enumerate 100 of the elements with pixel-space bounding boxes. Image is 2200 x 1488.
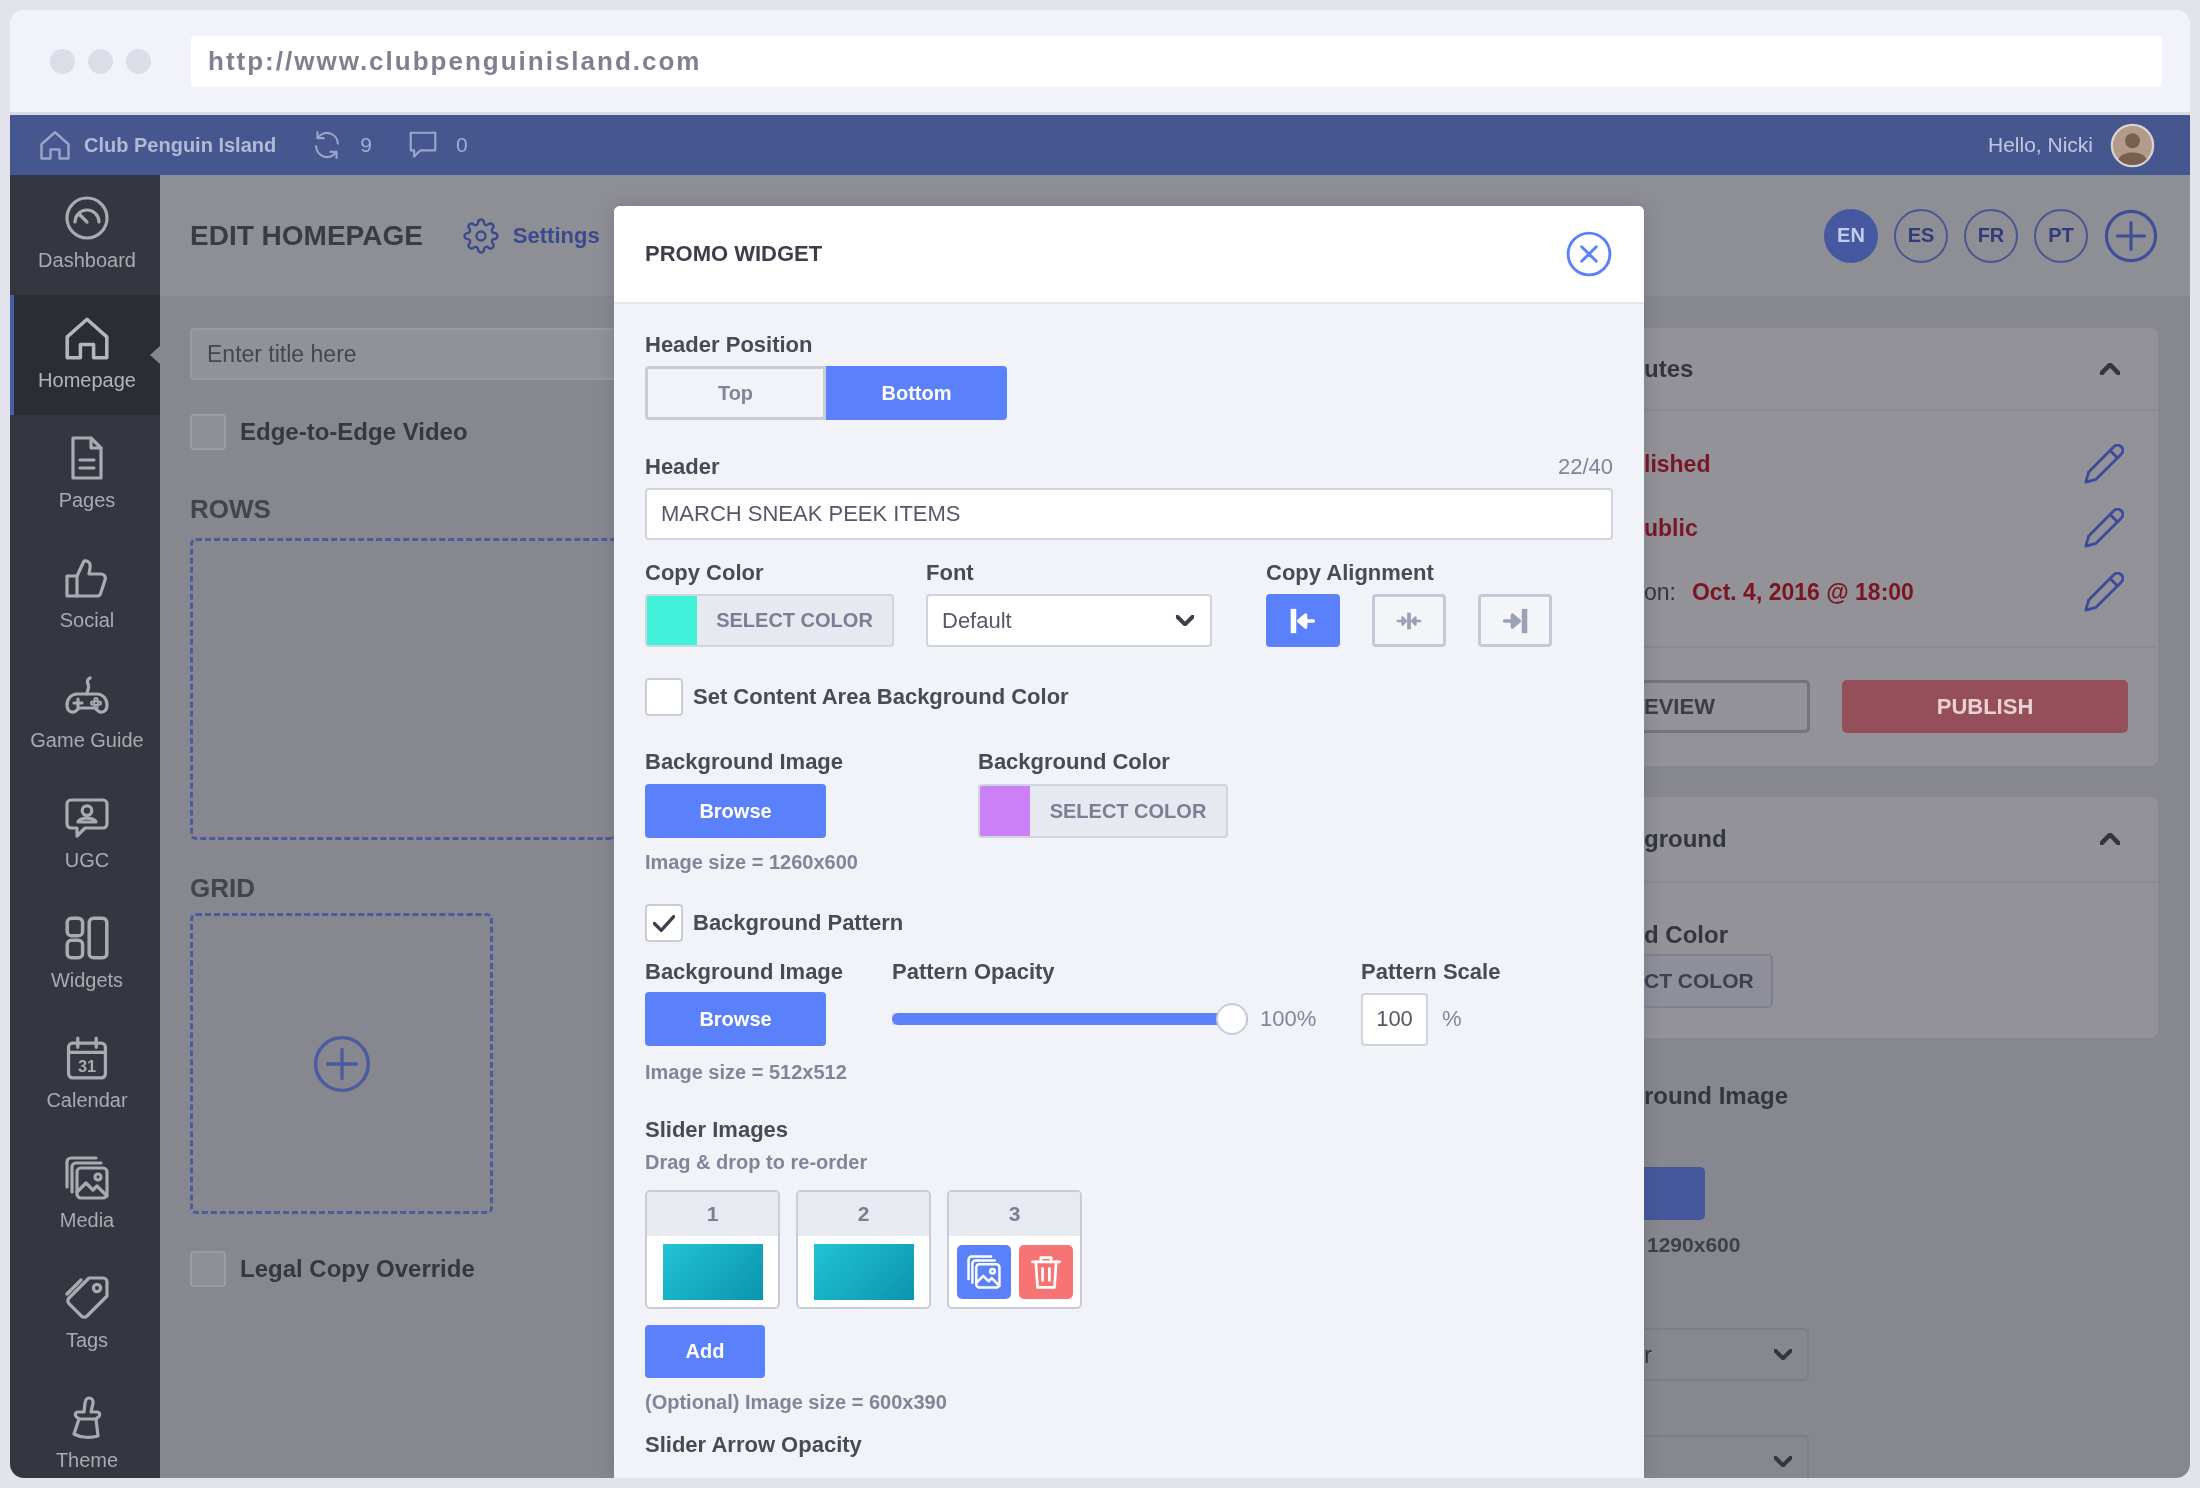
publish-button[interactable]: PUBLISH xyxy=(1842,680,2128,733)
chevron-down-icon xyxy=(1176,615,1194,626)
size-hint: 1290x600 xyxy=(1646,1233,1742,1257)
chat-bubble-icon[interactable] xyxy=(407,130,438,160)
field-label: Slider Images xyxy=(645,1117,790,1143)
checkbox-label[interactable]: Background Pattern xyxy=(693,910,904,936)
add-icon[interactable] xyxy=(312,1034,371,1093)
pencil-icon[interactable] xyxy=(2084,444,2124,484)
media-button[interactable] xyxy=(956,1244,1011,1299)
header-input[interactable]: MARCH SNEAK PEEK ITEMS xyxy=(645,488,1613,540)
tile-number: 3 xyxy=(949,1192,1080,1236)
field-label: Pattern Scale xyxy=(1361,959,1501,985)
chevron-down-icon xyxy=(1774,1349,1792,1360)
modal-title: PROMO WIDGET xyxy=(645,241,823,267)
align-button[interactable] xyxy=(1372,594,1446,647)
field-label: Copy Alignment xyxy=(1266,560,1435,586)
scale-input[interactable]: 100 xyxy=(1361,992,1428,1046)
trash-icon xyxy=(1028,1254,1063,1289)
color-picker[interactable]: SELECT COLOR xyxy=(978,784,1228,838)
checkbox[interactable] xyxy=(645,904,683,942)
site-name[interactable]: Club Penguin Island xyxy=(84,133,277,157)
checkbox-label[interactable]: Edge-to-Edge Video xyxy=(240,418,468,446)
field-label: Slider Arrow Opacity xyxy=(645,1432,863,1458)
settings-icon xyxy=(462,217,499,254)
field-label: Header Position xyxy=(645,332,814,358)
comment-count: 0 xyxy=(455,133,468,157)
slider-thumb[interactable] xyxy=(1216,1003,1248,1035)
sidebar-item[interactable]: Social xyxy=(10,535,160,655)
home-icon xyxy=(65,316,109,360)
sidebar-item[interactable]: Pages xyxy=(10,415,160,535)
attribute-label: on: xyxy=(1644,578,1676,606)
grid-drop-zone[interactable] xyxy=(190,913,493,1214)
checkbox[interactable] xyxy=(645,678,683,716)
sidebar-item[interactable]: Game Guide xyxy=(10,655,160,775)
align-button[interactable] xyxy=(1266,594,1340,647)
sidebar-item[interactable]: 31 Calendar xyxy=(10,1015,160,1135)
delete-button[interactable] xyxy=(1018,1244,1073,1299)
title-input[interactable]: Enter title here xyxy=(190,328,614,380)
slider-image-tile[interactable]: 1 xyxy=(645,1190,780,1309)
language-button[interactable]: PT xyxy=(2034,208,2088,263)
size-hint: (Optional) Image size = 600x390 xyxy=(645,1391,948,1413)
pencil-icon[interactable] xyxy=(2084,572,2124,612)
slider-image-tile[interactable]: 3 xyxy=(947,1190,1082,1309)
character-counter: 22/40 xyxy=(1557,454,1613,480)
language-button[interactable]: ES xyxy=(1894,208,1948,263)
sidebar-item[interactable]: Tags xyxy=(10,1255,160,1375)
user-chat-icon xyxy=(65,796,109,840)
slider-image-tile[interactable]: 2 xyxy=(796,1190,931,1309)
sidebar-item[interactable]: Theme xyxy=(10,1375,160,1478)
sidebar-item[interactable]: UGC xyxy=(10,775,160,895)
size-hint: Image size = 1260x600 xyxy=(645,851,859,873)
chevron-down-icon xyxy=(1774,1456,1792,1467)
field-label: Font xyxy=(926,560,975,586)
add-button[interactable]: Add xyxy=(645,1325,765,1378)
align-button[interactable] xyxy=(1478,594,1552,647)
language-button[interactable]: EN xyxy=(1824,208,1878,263)
field-label: Background Image xyxy=(645,959,845,985)
sidebar-item[interactable]: Homepage xyxy=(10,295,160,415)
size-hint: Image size = 512x512 xyxy=(645,1061,848,1083)
close-icon[interactable] xyxy=(1566,231,1612,277)
section-heading: GRID xyxy=(190,873,256,903)
attribute-value: Oct. 4, 2016 @ 18:00 xyxy=(1692,578,1914,606)
address-bar[interactable]: http://www.clubpenguinisland.com xyxy=(191,35,2162,87)
pencil-icon[interactable] xyxy=(2084,508,2124,548)
field-label: Pattern Opacity xyxy=(892,959,1056,985)
browse-button[interactable]: Browse xyxy=(645,784,826,838)
checkbox-label[interactable]: Legal Copy Override xyxy=(240,1255,475,1283)
notification-count: 9 xyxy=(360,133,372,157)
tile-number: 1 xyxy=(647,1192,778,1236)
images-icon xyxy=(966,1254,1001,1289)
select-color-button[interactable]: CT COLOR xyxy=(1644,954,1773,1008)
settings-link[interactable]: Settings xyxy=(462,217,600,254)
add-icon[interactable] xyxy=(2104,208,2158,263)
field-label: Header xyxy=(645,454,720,480)
home-icon[interactable] xyxy=(40,130,70,160)
page-title: EDIT HOMEPAGE xyxy=(190,219,423,252)
sidebar-item[interactable]: Dashboard xyxy=(10,175,160,295)
position-option[interactable]: Top xyxy=(645,366,826,420)
avatar-icon[interactable] xyxy=(2110,122,2155,168)
language-button[interactable]: FR xyxy=(1964,208,2018,263)
font-select[interactable]: Default xyxy=(926,594,1212,647)
sidebar-item[interactable]: Widgets xyxy=(10,895,160,1015)
browse-button[interactable]: Browse xyxy=(645,992,826,1046)
align-left-icon xyxy=(1290,606,1316,635)
images-icon xyxy=(65,1156,109,1200)
section-heading: ROWS xyxy=(190,494,272,524)
tag-icon xyxy=(65,1276,109,1320)
helper-text: Drag & drop to re-order xyxy=(645,1151,869,1173)
color-picker[interactable]: SELECT COLOR xyxy=(645,594,894,647)
field-label: round Image xyxy=(1644,1082,1789,1110)
panel-title: utes xyxy=(1644,354,1694,383)
sidebar-item[interactable]: Media xyxy=(10,1135,160,1255)
field-label: Background Image xyxy=(645,749,845,775)
position-option[interactable]: Bottom xyxy=(826,366,1007,420)
caret-icon[interactable] xyxy=(2100,362,2120,375)
attribute-value: ublic xyxy=(1644,514,1698,542)
checkbox-label[interactable]: Set Content Area Background Color xyxy=(693,684,1069,710)
attribute-value: lished xyxy=(1644,450,1711,478)
field-label: d Color xyxy=(1644,922,1729,948)
caret-icon[interactable] xyxy=(2100,833,2120,845)
